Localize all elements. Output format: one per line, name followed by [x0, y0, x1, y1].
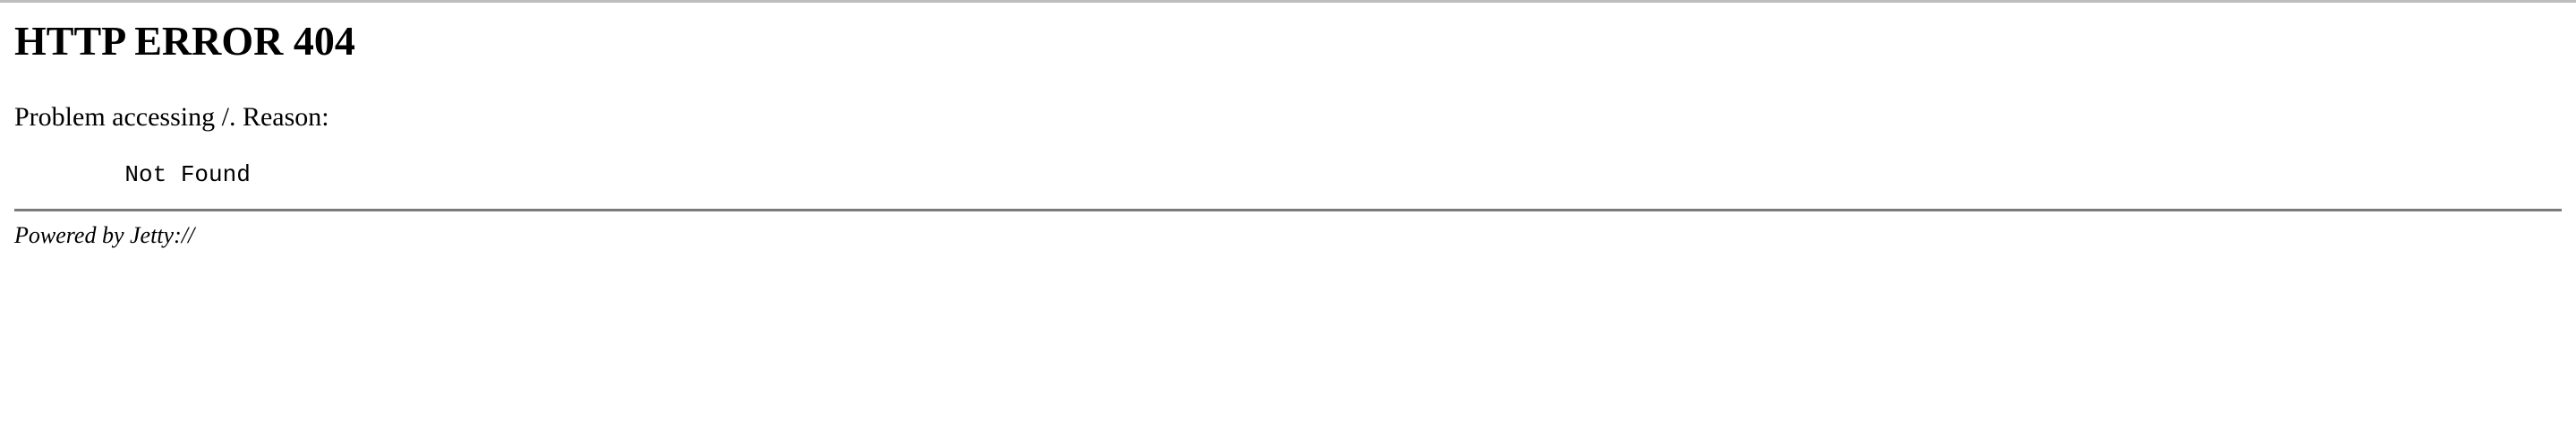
error-title: HTTP ERROR 404: [14, 18, 355, 64]
error-page: HTTP ERROR 404 Problem accessing /. Reas…: [0, 0, 2576, 439]
powered-by-footer: Powered by Jetty://: [14, 222, 195, 248]
error-content: HTTP ERROR 404 Problem accessing /. Reas…: [0, 3, 2576, 249]
error-message: Problem accessing /. Reason:: [14, 102, 329, 132]
error-reason: Not Found: [69, 161, 251, 188]
divider: [14, 209, 2562, 211]
